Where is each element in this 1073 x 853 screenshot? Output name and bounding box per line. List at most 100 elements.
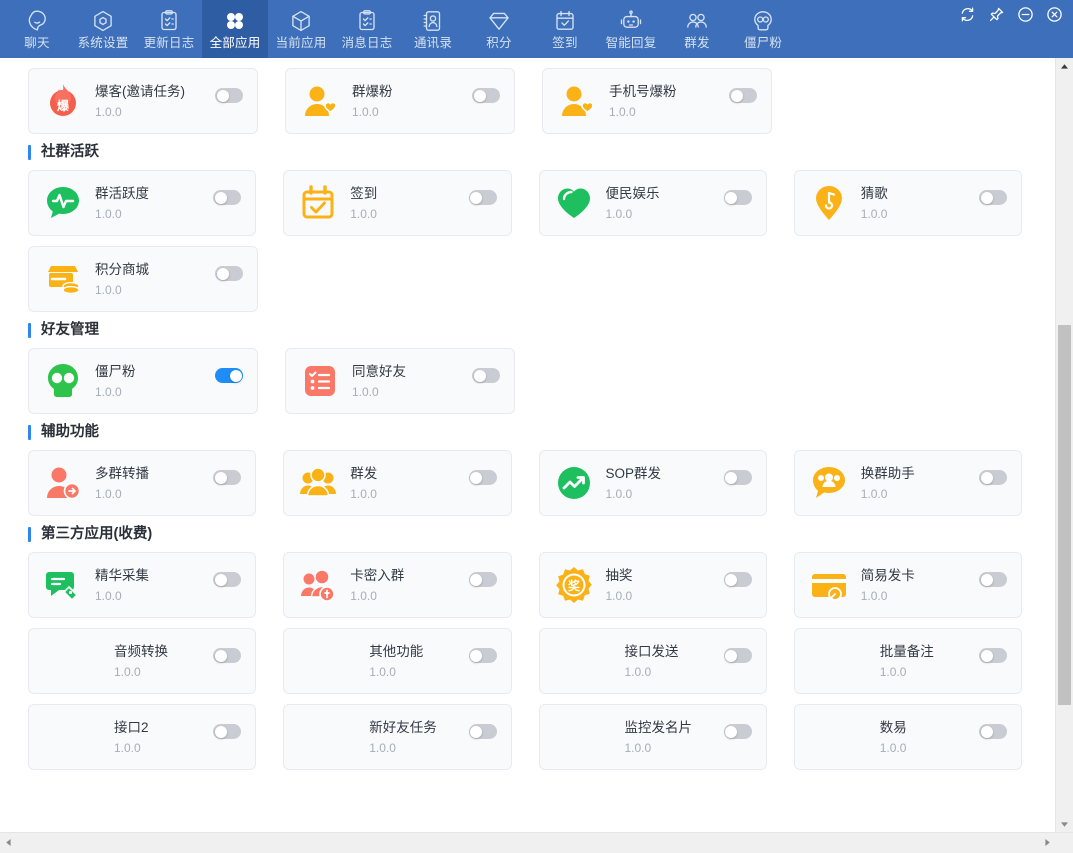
app-version: 1.0.0 [861, 207, 1009, 221]
app-enable-toggle[interactable] [724, 724, 752, 739]
app-enable-toggle[interactable] [724, 470, 752, 485]
calendar-check-icon [298, 183, 338, 223]
minimize-icon[interactable] [1017, 6, 1034, 23]
nav-item-9[interactable]: 签到 [532, 0, 598, 58]
toggle-knob [217, 268, 229, 280]
app-card[interactable]: 群活跃度1.0.0 [28, 170, 256, 236]
app-enable-toggle[interactable] [215, 88, 243, 103]
app-version: 1.0.0 [369, 665, 498, 679]
toggle-knob [215, 472, 227, 484]
app-card[interactable]: 便民娱乐1.0.0 [539, 170, 767, 236]
vertical-scrollbar-thumb[interactable] [1058, 325, 1071, 705]
app-version: 1.0.0 [95, 207, 243, 221]
section-title: 第三方应用(收费) [41, 526, 152, 543]
app-card[interactable]: 换群助手1.0.0 [794, 450, 1022, 516]
app-enable-toggle[interactable] [979, 190, 1007, 205]
app-enable-toggle[interactable] [469, 724, 497, 739]
nav-item-10[interactable]: 智能回复 [598, 0, 664, 58]
app-enable-toggle[interactable] [472, 368, 500, 383]
scroll-right-arrow[interactable] [1039, 833, 1056, 852]
app-card[interactable]: 简易发卡1.0.0 [794, 552, 1022, 618]
nav-item-1[interactable]: 聊天 [4, 0, 70, 58]
app-card[interactable]: 批量备注1.0.0 [794, 628, 1022, 694]
nav-item-3[interactable]: 更新日志 [136, 0, 202, 58]
app-enable-toggle[interactable] [472, 88, 500, 103]
app-enable-toggle[interactable] [213, 190, 241, 205]
app-enable-toggle[interactable] [213, 648, 241, 663]
pin-icon[interactable] [988, 6, 1005, 23]
app-card[interactable]: 卡密入群1.0.0 [283, 552, 511, 618]
nav-item-4[interactable]: 全部应用 [202, 0, 268, 58]
app-enable-toggle[interactable] [724, 190, 752, 205]
scroll-down-arrow[interactable] [1056, 816, 1073, 833]
app-grid: 爆爆客(邀请任务)1.0.0 群爆粉1.0.0 手机号爆粉1.0.0 社群活跃群活跃度… [0, 68, 1040, 770]
app-card[interactable]: 数易1.0.0 [794, 704, 1022, 770]
app-card[interactable]: 签到1.0.0 [283, 170, 511, 236]
vertical-scrollbar[interactable] [1055, 58, 1073, 833]
app-enable-toggle[interactable] [215, 368, 243, 383]
app-card[interactable]: 同意好友1.0.0 [285, 348, 515, 414]
scroll-left-arrow[interactable] [0, 833, 17, 852]
scroll-up-arrow[interactable] [1056, 58, 1073, 75]
app-enable-toggle[interactable] [469, 470, 497, 485]
app-enable-toggle[interactable] [469, 572, 497, 587]
nav-item-label: 智能回复 [606, 36, 657, 50]
app-card[interactable]: 音频转换1.0.0 [28, 628, 256, 694]
app-enable-toggle[interactable] [979, 648, 1007, 663]
app-card[interactable]: 群爆粉1.0.0 [285, 68, 515, 134]
section-title: 辅助功能 [41, 424, 99, 441]
app-card-text: 接口21.0.0 [29, 720, 243, 755]
nav-item-7[interactable]: 通讯录 [400, 0, 466, 58]
section-title: 好友管理 [41, 322, 99, 339]
nav-item-11[interactable]: 群发 [664, 0, 730, 58]
toggle-knob [217, 90, 229, 102]
app-card[interactable]: 爆爆客(邀请任务)1.0.0 [28, 68, 258, 134]
app-enable-toggle[interactable] [979, 572, 1007, 587]
toggle-knob [725, 650, 737, 662]
app-card[interactable]: 新好友任务1.0.0 [283, 704, 511, 770]
app-enable-toggle[interactable] [729, 88, 757, 103]
app-card[interactable]: 接口发送1.0.0 [539, 628, 767, 694]
app-enable-toggle[interactable] [469, 190, 497, 205]
horizontal-scrollbar[interactable] [0, 832, 1073, 853]
nav-item-12[interactable]: 僵尸粉 [730, 0, 796, 58]
nav-item-2[interactable]: 系统设置 [70, 0, 136, 58]
toggle-knob [215, 726, 227, 738]
close-icon[interactable] [1046, 6, 1063, 23]
app-card[interactable]: 群发1.0.0 [283, 450, 511, 516]
app-card[interactable]: 其他功能1.0.0 [283, 628, 511, 694]
app-enable-toggle[interactable] [724, 648, 752, 663]
app-row: 积分商城1.0.0 [28, 246, 1022, 312]
nav-item-6[interactable]: 消息日志 [334, 0, 400, 58]
section-accent-bar [28, 145, 31, 160]
app-enable-toggle[interactable] [213, 572, 241, 587]
section-accent-bar [28, 425, 31, 440]
app-version: 1.0.0 [861, 589, 1009, 603]
app-card-text: 数易1.0.0 [795, 720, 1009, 755]
app-enable-toggle[interactable] [724, 572, 752, 587]
app-enable-toggle[interactable] [979, 724, 1007, 739]
section-title: 社群活跃 [41, 144, 99, 161]
flame-bao-icon: 爆 [43, 81, 83, 121]
nav-item-8[interactable]: 积分 [466, 0, 532, 58]
app-card[interactable]: 奖抽奖1.0.0 [539, 552, 767, 618]
app-card[interactable]: 积分商城1.0.0 [28, 246, 258, 312]
app-card[interactable]: 监控发名片1.0.0 [539, 704, 767, 770]
app-enable-toggle[interactable] [469, 648, 497, 663]
app-card[interactable]: 僵尸粉1.0.0 [28, 348, 258, 414]
nav-item-5[interactable]: 当前应用 [268, 0, 334, 58]
pulse-bubble-icon [43, 183, 83, 223]
app-card[interactable]: SOP群发1.0.0 [539, 450, 767, 516]
app-enable-toggle[interactable] [215, 266, 243, 281]
refresh-icon[interactable] [959, 6, 976, 23]
app-enable-toggle[interactable] [213, 470, 241, 485]
app-enable-toggle[interactable] [979, 470, 1007, 485]
app-card[interactable]: 猜歌1.0.0 [794, 170, 1022, 236]
app-card[interactable]: 接口21.0.0 [28, 704, 256, 770]
app-card[interactable]: 精华采集1.0.0 [28, 552, 256, 618]
grid-apps-icon [223, 8, 247, 34]
app-card[interactable]: 多群转播1.0.0 [28, 450, 256, 516]
app-version: 1.0.0 [350, 207, 498, 221]
app-enable-toggle[interactable] [213, 724, 241, 739]
app-card[interactable]: 手机号爆粉1.0.0 [542, 68, 772, 134]
